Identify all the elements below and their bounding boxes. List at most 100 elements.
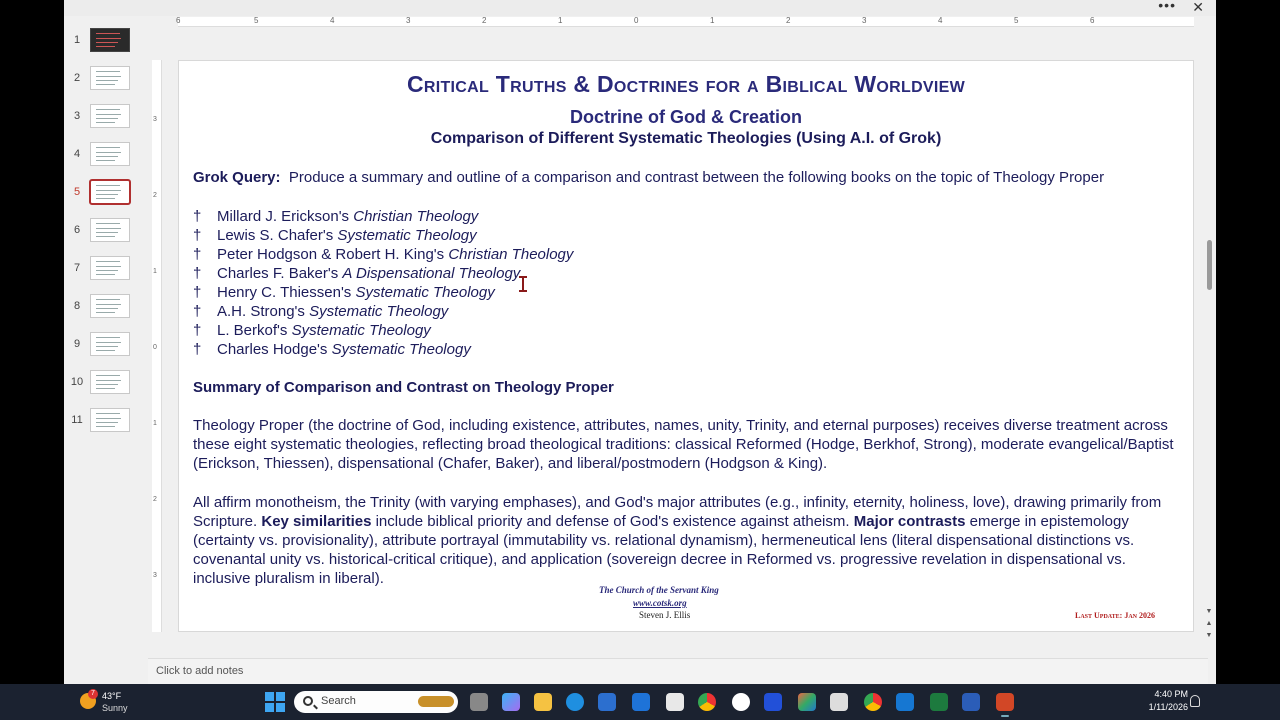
quick-assist-icon[interactable]: [632, 693, 650, 711]
book-title: Systematic Theology: [337, 227, 477, 244]
vertical-ruler: 3 2 1 0 1 2 3: [152, 60, 162, 632]
slide-thumbnail-5[interactable]: 5: [64, 179, 146, 210]
clock-time: 4:40 PM: [1154, 689, 1188, 699]
prev-slide-icon[interactable]: ▲: [1204, 620, 1214, 627]
section-heading[interactable]: Summary of Comparison and Contrast on Th…: [193, 379, 614, 396]
para2-major-contrasts: Major contrasts: [853, 513, 966, 530]
clock-date: 1/11/2026: [1148, 702, 1188, 712]
ruler-tick-label: 2: [153, 192, 157, 199]
slide-thumbnail-number: 3: [73, 110, 81, 122]
notes-pane[interactable]: Click to add notes: [148, 658, 1208, 684]
snipping-tool-icon[interactable]: [666, 693, 684, 711]
slide-thumbnail-2[interactable]: 2: [64, 66, 146, 96]
windows-start-icon[interactable]: [265, 692, 285, 712]
slide-thumbnail-number: 1: [73, 34, 81, 46]
slide-thumbnail-number: 5: [73, 186, 81, 198]
windows-taskbar: 7 43°F Sunny Search 4:40 PM 1/11/2026: [0, 684, 1280, 720]
xbox-icon[interactable]: [732, 693, 750, 711]
slide-thumbnail-preview: [90, 294, 130, 318]
chrome-icon[interactable]: [698, 693, 716, 711]
file-explorer-icon[interactable]: [534, 693, 552, 711]
ruler-tick-label: 6: [176, 16, 181, 25]
query-text: Produce a summary and outline of a compa…: [288, 169, 1105, 186]
slide-subtitle-2[interactable]: Comparison of Different Systematic Theol…: [179, 130, 1193, 148]
slide-thumbnail-9[interactable]: 9: [64, 332, 146, 362]
slide-subtitle[interactable]: Doctrine of God & Creation: [179, 107, 1193, 128]
book-title: Systematic Theology: [309, 303, 449, 320]
vertical-scrollbar[interactable]: ▼ ▲ ▼: [1204, 30, 1214, 650]
ruler-tick-label: 3: [153, 116, 157, 123]
book-title: Systematic Theology: [331, 341, 471, 358]
dagger-bullet-icon: †: [193, 246, 202, 263]
notification-bell-icon[interactable]: [1190, 695, 1200, 707]
slide-thumbnail-6[interactable]: 6: [64, 218, 146, 248]
ruler-tick-label: 2: [153, 496, 157, 503]
excel-icon[interactable]: [930, 693, 948, 711]
search-icon: [303, 696, 313, 706]
slide-thumbnail-preview: [90, 142, 130, 166]
title-bar: ••• ✕: [64, 0, 1216, 16]
edge-browser-icon[interactable]: [566, 693, 584, 711]
slide-thumbnail-preview: [90, 218, 130, 242]
more-options-icon[interactable]: •••: [1158, 0, 1176, 13]
powerpoint-icon[interactable]: [996, 693, 1014, 717]
slide-thumbnail-1[interactable]: 1: [64, 28, 146, 58]
book-title: Christian Theology: [353, 208, 479, 225]
slide-thumbnail-number: 11: [71, 414, 83, 426]
dagger-bullet-icon: †: [193, 208, 202, 225]
next-slide-icon[interactable]: ▼: [1204, 632, 1214, 639]
word-icon[interactable]: [962, 693, 980, 711]
document-scanner-icon[interactable]: [830, 693, 848, 711]
dagger-bullet-icon: †: [193, 265, 202, 282]
weather-widget[interactable]: 7 43°F Sunny: [80, 688, 150, 716]
book-author: Henry C. Thiessen's: [217, 284, 356, 301]
footer-last-update: Last Update: Jan 2026: [1075, 611, 1156, 620]
microsoft-store-icon[interactable]: [598, 693, 616, 711]
malwarebytes-icon[interactable]: [764, 693, 782, 711]
summary-paragraph-1[interactable]: Theology Proper (the doctrine of God, in…: [193, 416, 1183, 473]
slide-thumbnail-7[interactable]: 7: [64, 256, 146, 286]
taskbar-search-box[interactable]: Search: [294, 691, 458, 713]
chrome-profile-icon[interactable]: [864, 693, 882, 711]
book-author: Millard J. Erickson's: [217, 208, 354, 225]
book-list-item: † Charles Hodge's Systematic Theology: [193, 341, 573, 360]
ruler-tick-label: 1: [558, 16, 563, 25]
search-highlight-icon: [418, 696, 454, 707]
slide-thumbnail-preview: [90, 28, 130, 52]
slide-thumbnail-8[interactable]: 8: [64, 294, 146, 324]
ruler-tick-label: 3: [153, 572, 157, 579]
book-list-item: † A.H. Strong's Systematic Theology: [193, 303, 573, 322]
book-list[interactable]: † Millard J. Erickson's Christian Theolog…: [193, 208, 573, 360]
summary-paragraph-2[interactable]: All affirm monotheism, the Trinity (with…: [193, 493, 1183, 588]
grok-query[interactable]: Grok Query: Produce a summary and outlin…: [193, 169, 1104, 186]
slide-canvas[interactable]: Critical Truths & Doctrines for a Biblic…: [178, 60, 1194, 632]
ruler-tick-label: 5: [1014, 16, 1019, 25]
copilot-icon[interactable]: [502, 693, 520, 711]
scrollbar-thumb[interactable]: [1207, 240, 1212, 290]
system-clock[interactable]: 4:40 PM 1/11/2026: [1134, 689, 1188, 712]
outlook-icon[interactable]: [896, 693, 914, 711]
microsoft-365-icon[interactable]: [798, 693, 816, 711]
slide-thumbnail-11[interactable]: 11: [64, 408, 146, 438]
slide-thumbnail-4[interactable]: 4: [64, 142, 146, 172]
slide-thumbnail-preview: [90, 256, 130, 280]
slide-thumbnail-number: 7: [73, 262, 81, 274]
ruler-tick-label: 1: [710, 16, 715, 25]
ruler-tick-label: 0: [153, 344, 157, 351]
slide-thumbnail-number: 9: [73, 338, 81, 350]
text-cursor-icon: [519, 276, 527, 292]
close-icon[interactable]: ✕: [1192, 0, 1204, 16]
para2-key-similarities: Key similarities: [261, 513, 372, 530]
footer-url-link[interactable]: www.cotsk.org: [633, 598, 687, 608]
slide-thumbnail-10[interactable]: 10: [64, 370, 146, 400]
book-list-item: † Millard J. Erickson's Christian Theolog…: [193, 208, 573, 227]
slide-thumbnail-3[interactable]: 3: [64, 104, 146, 134]
slide-thumbnail-preview: [90, 104, 130, 128]
slide-title[interactable]: Critical Truths & Doctrines for a Biblic…: [179, 71, 1193, 98]
slide-thumbnail-number: 4: [73, 148, 81, 160]
scroll-down-arrow-icon[interactable]: ▼: [1204, 608, 1214, 615]
book-author: Peter Hodgson & Robert H. King's: [217, 246, 449, 263]
task-view-icon[interactable]: [470, 693, 488, 711]
book-list-item: † L. Berkof's Systematic Theology: [193, 322, 573, 341]
ruler-tick-label: 4: [938, 16, 943, 25]
